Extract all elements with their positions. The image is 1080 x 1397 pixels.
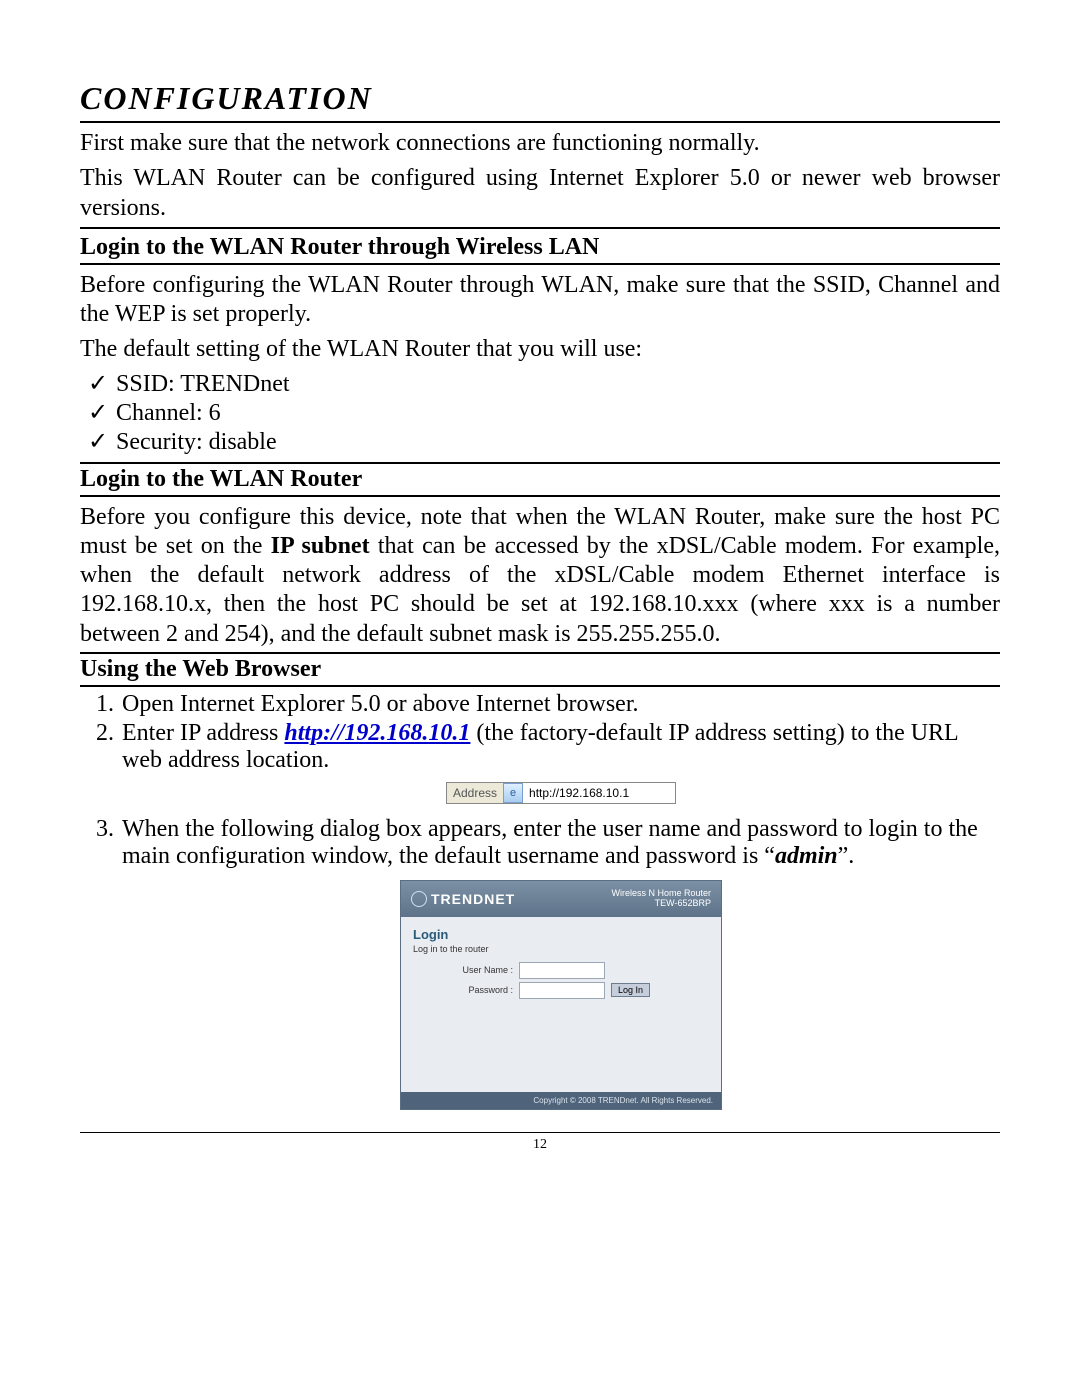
default-settings-list: SSID: TRENDnet Channel: 6 Security: disa… (80, 369, 1000, 456)
steps-list: Open Internet Explorer 5.0 or above Inte… (80, 691, 1000, 1110)
router-model-label: Wireless N Home Router TEW-652BRP (611, 889, 711, 909)
login-footer-copyright: Copyright © 2008 TRENDnet. All Rights Re… (401, 1092, 721, 1109)
router-brand: TRENDNET (411, 891, 515, 907)
address-bar-url[interactable]: http://192.168.10.1 (523, 783, 675, 803)
username-field[interactable] (519, 962, 605, 979)
login-heading: Login (413, 927, 709, 942)
address-bar-figure: Address e http://192.168.10.1 (446, 782, 676, 804)
default-ip-link[interactable]: http://192.168.10.1 (284, 720, 470, 746)
username-label: User Name : (453, 965, 513, 975)
ie-page-icon: e (503, 783, 523, 803)
sec1-paragraph-1: Before configuring the WLAN Router throu… (80, 271, 1000, 330)
list-item-security: Security: disable (88, 427, 1000, 456)
login-button[interactable]: Log In (611, 983, 650, 997)
step-2: Enter IP address http://192.168.10.1 (th… (120, 720, 1000, 804)
address-bar-label: Address (447, 783, 503, 803)
sec2-paragraph: Before you configure this device, note t… (80, 503, 1000, 649)
ip-subnet-emphasis: IP subnet (271, 533, 370, 559)
brand-text: TRENDNET (431, 891, 515, 907)
brand-ring-icon (411, 891, 427, 907)
step-3: When the following dialog box appears, e… (120, 816, 1000, 1110)
sec1-paragraph-2: The default setting of the WLAN Router t… (80, 335, 1000, 364)
page-title: CONFIGURATION (80, 80, 1000, 123)
step-1: Open Internet Explorer 5.0 or above Inte… (120, 691, 1000, 718)
step-3-text-b: ”. (838, 843, 855, 869)
section-heading-wlan-login: Login to the WLAN Router through Wireles… (80, 232, 1000, 265)
section-heading-login-router: Login to the WLAN Router (80, 462, 1000, 497)
page-number: 12 (80, 1137, 1000, 1153)
step-2-text-a: Enter IP address (122, 720, 284, 746)
password-field[interactable] (519, 982, 605, 999)
list-item-channel: Channel: 6 (88, 398, 1000, 427)
login-subtext: Log in to the router (413, 944, 709, 954)
password-label: Password : (453, 985, 513, 995)
footer-rule (80, 1132, 1000, 1133)
intro-paragraph-2: This WLAN Router can be configured using… (80, 164, 1000, 223)
intro-paragraph-1: First make sure that the network connect… (80, 129, 1000, 158)
default-credential: admin (775, 843, 838, 869)
section-heading-web-browser: Using the Web Browser (80, 652, 1000, 687)
router-model-line2: TEW-652BRP (611, 899, 711, 909)
login-dialog-figure: TRENDNET Wireless N Home Router TEW-652B… (400, 880, 722, 1110)
list-item-ssid: SSID: TRENDnet (88, 369, 1000, 398)
